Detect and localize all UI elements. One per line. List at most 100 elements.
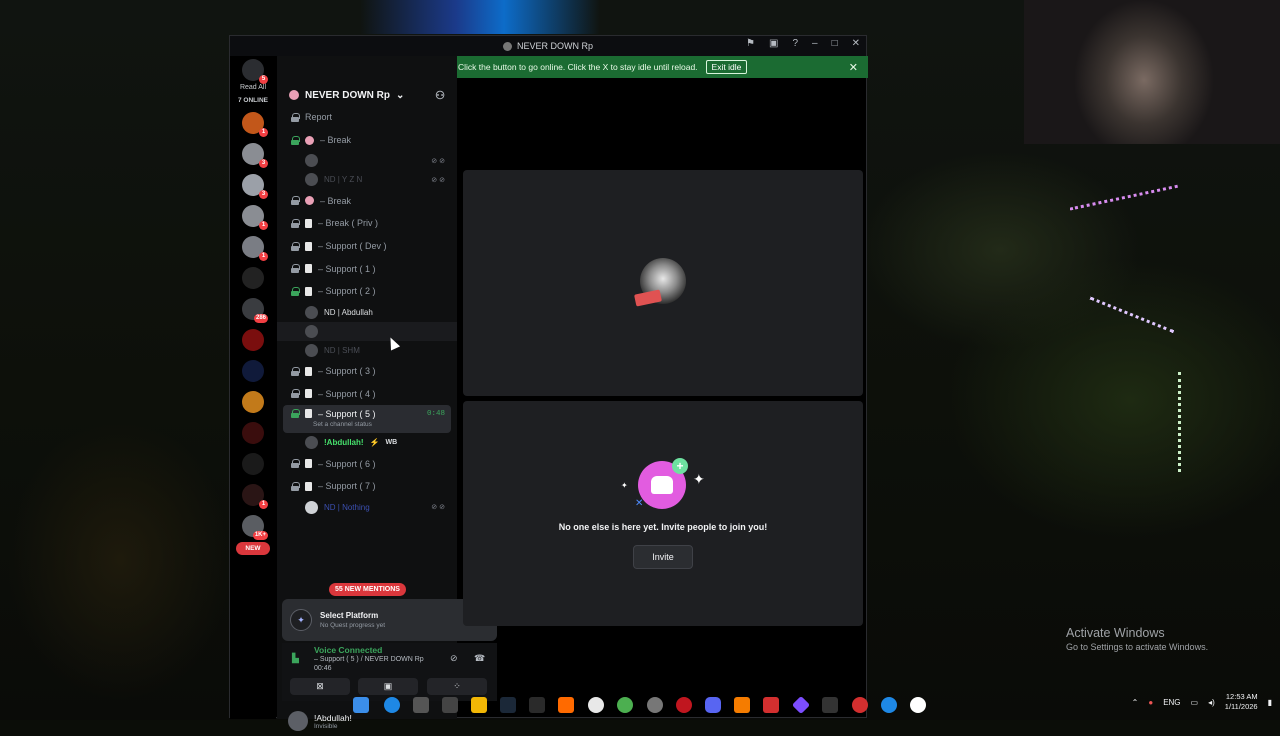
discord-icon[interactable] [705,697,721,713]
voice-user[interactable] [277,321,457,341]
channel-support-5[interactable]: – Support ( 5 ) 0:48 Set a channel status [283,405,451,434]
app-icon[interactable] [558,697,574,713]
camera-toggle-button[interactable]: ⊠ [290,678,350,695]
close-button[interactable]: ✕ [852,38,860,49]
voice-user[interactable]: ND | Abdullah [277,303,457,322]
user-name: ND | Abdullah [324,307,373,317]
app-icon[interactable] [910,697,926,713]
lock-icon [291,286,300,296]
channel-break-priv[interactable]: – Break ( Priv ) [277,212,457,235]
new-unreads-pill[interactable]: NEW [236,542,270,555]
screen-share-button[interactable]: ▣ [358,678,418,695]
signal-icon[interactable]: ▙ [292,653,299,664]
channel-support-3[interactable]: – Support ( 3 ) [277,360,457,383]
server-icon[interactable] [242,391,264,413]
voice-channel-path[interactable]: – Support ( 5 ) / NEVER DOWN Rp [314,656,424,663]
microphone-icon[interactable]: ● [1148,698,1153,707]
chrome-icon[interactable] [617,697,633,713]
chevron-up-icon[interactable]: ⌃ [1132,698,1139,707]
server-icon[interactable]: 3 [242,174,268,199]
read-all-button[interactable]: Read All [230,84,276,91]
app-icon[interactable] [647,697,663,713]
new-mentions-pill[interactable]: 55 NEW MENTIONS [329,583,406,596]
channel-support-dev[interactable]: – Support ( Dev ) [277,235,457,258]
lock-icon [291,366,300,376]
channel-support-6[interactable]: – Support ( 6 ) [277,452,457,475]
app-icon[interactable] [852,697,868,713]
network-icon[interactable]: ▭ [1191,698,1199,707]
lock-icon [291,481,300,491]
discord-home-button[interactable]: 5 [242,59,268,84]
channel-report[interactable]: Report [277,106,457,129]
set-channel-status[interactable]: Set a channel status [313,421,372,428]
inbox-icon[interactable]: ▣ [769,38,778,49]
start-icon[interactable] [353,697,369,713]
break-icon [305,196,314,206]
channel-support-2[interactable]: – Support ( 2 ) [277,280,457,303]
exit-idle-button[interactable]: Exit idle [705,60,748,74]
quest-title: Select Platform [320,611,379,620]
volume-icon[interactable]: ◂) [1208,698,1215,707]
help-icon[interactable]: ? [792,38,798,49]
chevron-down-icon: ⌄ [396,89,405,101]
server-icon[interactable]: 3 [242,143,268,168]
voice-user[interactable]: ⊘⊘ [277,151,457,170]
voice-user-self[interactable]: !Abdullah! ⚡ WB [277,433,457,452]
lock-icon [291,196,300,206]
chrome-icon[interactable] [588,697,604,713]
app-icon[interactable] [763,697,779,713]
folder-icon[interactable] [471,697,487,713]
file-explorer-icon[interactable] [442,697,458,713]
server-icon[interactable] [242,422,264,444]
steam-icon[interactable] [500,697,516,713]
opera-icon[interactable] [676,697,692,713]
server-icon[interactable]: 1 [242,112,268,137]
server-icon[interactable] [242,267,264,289]
activities-button[interactable]: ⁘ [427,678,487,695]
clock[interactable]: 12:53 AM 1/11/2026 [1225,692,1258,712]
voice-user[interactable]: ND | Nothing ⊘⊘ [277,498,457,517]
system-tray: ⌃ ● ENG ▭ ◂) 12:53 AM 1/11/2026 ▮ [1132,692,1272,712]
flag-icon[interactable]: ⚑ [746,38,755,49]
server-icon[interactable] [242,329,264,351]
voice-user[interactable]: ND | Y Z N ⊘⊘ [277,170,457,189]
unread-badge: 1 [259,500,268,509]
invite-button[interactable]: Invite [633,545,693,569]
voice-tile-self[interactable] [463,170,863,396]
app-icon[interactable] [881,697,897,713]
app-icon[interactable] [822,697,838,713]
channel-support-7[interactable]: – Support ( 7 ) [277,475,457,498]
voice-user[interactable]: ND | SHM [277,341,457,360]
epic-games-icon[interactable] [529,697,545,713]
minimize-button[interactable]: – [812,38,818,49]
channel-support-4[interactable]: – Support ( 4 ) [277,383,457,406]
add-user-icon[interactable]: ⚇ [435,89,445,102]
muted-deafened-icon: ⊘⊘ [431,157,447,165]
disconnect-icon[interactable]: ☎ [474,653,485,664]
server-icon[interactable]: 286 [242,298,268,323]
server-icon[interactable] [242,360,264,382]
server-icon[interactable]: 1 [242,484,268,509]
language-indicator[interactable]: ENG [1163,698,1180,707]
channel-break[interactable]: – Break [277,189,457,212]
app-icon[interactable] [734,697,750,713]
channel-name: – Support ( 4 ) [318,388,376,399]
server-icon[interactable]: 1 [242,236,268,261]
maximize-button[interactable]: □ [832,38,838,49]
settings-icon[interactable] [413,697,429,713]
notification-icon[interactable]: ▮ [1268,698,1272,707]
server-icon[interactable]: 1K+ [242,515,268,540]
user-name: ND | SHM [324,345,360,355]
channel-name: Report [305,112,333,123]
channel-break[interactable]: – Break [277,129,457,152]
muted-deafened-icon: ⊘⊘ [431,176,447,184]
edge-icon[interactable] [384,697,400,713]
avatar [305,173,318,187]
server-icon[interactable] [242,453,264,475]
user-name: !Abdullah! [324,438,364,448]
server-icon[interactable]: 1 [242,205,268,230]
voice-status: Voice Connected [314,645,383,655]
channel-support-1[interactable]: – Support ( 1 ) [277,257,457,280]
noise-suppression-icon[interactable]: ⊘ [450,653,458,664]
close-banner-icon[interactable]: ✕ [849,61,858,74]
